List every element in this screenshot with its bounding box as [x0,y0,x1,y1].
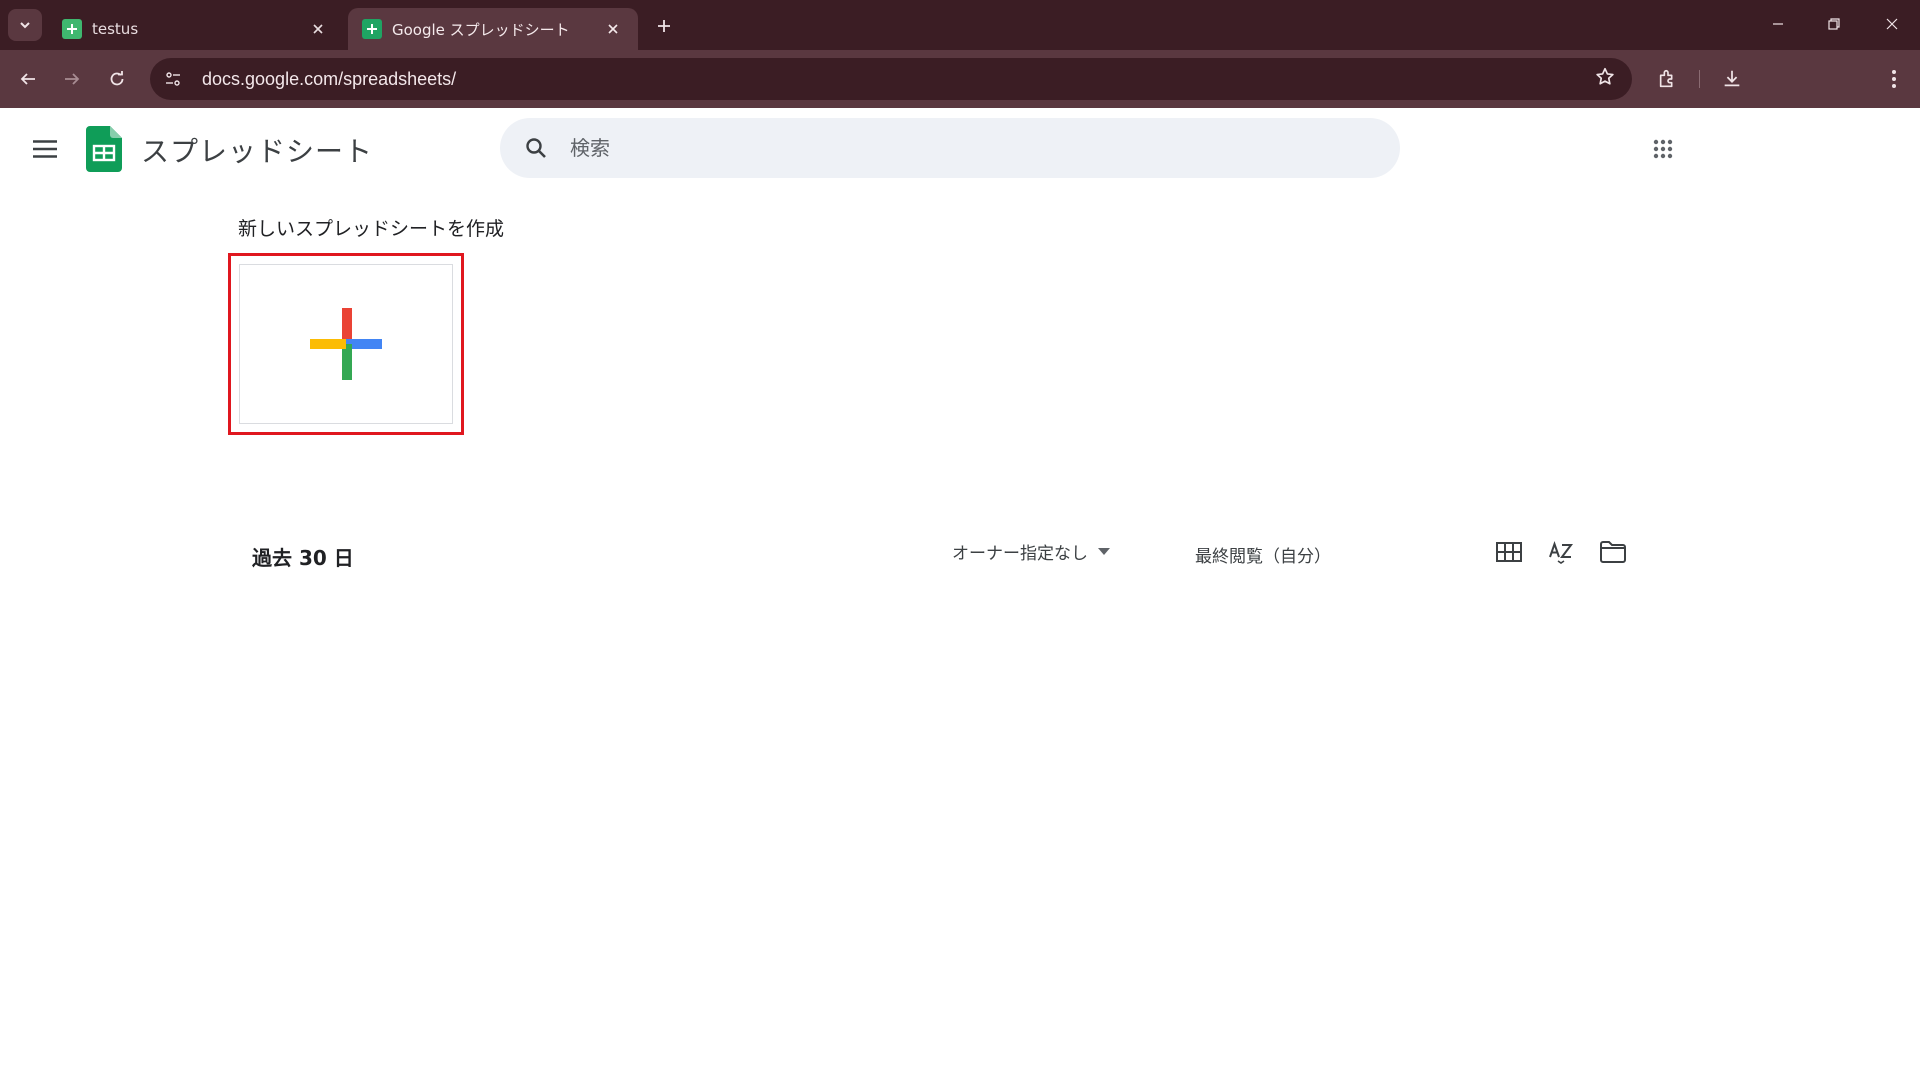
app-header: スプレッドシート [0,108,1920,190]
main-menu-button[interactable] [26,130,64,168]
sort-last-viewed-label[interactable]: 最終閲覧（自分） [1195,542,1331,567]
extensions-button[interactable] [1652,63,1684,95]
address-bar[interactable]: docs.google.com/spreadsheets/ [150,58,1632,100]
more-vert-icon [1892,70,1896,88]
site-info-icon[interactable] [156,62,190,96]
back-button[interactable] [12,63,44,95]
close-icon [1886,18,1898,30]
search-bar[interactable] [500,118,1400,178]
sort-az-icon [1549,540,1573,564]
apps-grid-icon [1653,139,1673,159]
sheets-favicon-icon [62,19,82,39]
tab-search-button[interactable] [8,9,42,41]
browser-toolbar: docs.google.com/spreadsheets/ [0,50,1920,108]
minimize-icon [1773,23,1783,25]
tab-close-icon[interactable] [602,18,624,40]
download-icon [1724,70,1740,87]
google-apps-button[interactable] [1644,130,1682,168]
reload-button[interactable] [101,63,133,95]
new-tab-button[interactable] [650,12,678,40]
browser-tab-bar: testus Google スプレッドシート [0,0,1920,50]
colorful-plus-icon [310,308,382,380]
sheets-favicon-icon [362,19,382,39]
arrow-left-icon [20,73,35,85]
plus-icon [658,20,670,32]
open-file-picker-button[interactable] [1595,534,1631,570]
sheets-logo-icon[interactable] [86,126,122,172]
url-text[interactable]: docs.google.com/spreadsheets/ [202,69,456,90]
create-new-heading: 新しいスプレッドシートを作成 [238,218,505,240]
owner-filter-label: オーナー指定なし [952,544,1088,564]
tab-close-icon[interactable] [307,18,329,40]
puzzle-icon [1659,69,1673,88]
grid-view-button[interactable] [1491,534,1527,570]
owner-filter-dropdown[interactable]: オーナー指定なし [952,539,1110,564]
app-title: スプレッドシート [141,135,374,168]
restore-icon [1828,18,1840,30]
search-input[interactable] [570,136,1350,160]
bookmark-star-icon[interactable] [1594,66,1616,92]
recent-period-label: 過去 30 日 [252,546,354,570]
chevron-down-icon [20,22,30,29]
close-window-button[interactable] [1872,8,1912,40]
restore-button[interactable] [1814,8,1854,40]
browser-tab-testus[interactable]: testus [48,8,343,50]
sort-az-button[interactable] [1543,534,1579,570]
hamburger-menu-icon [33,140,57,158]
minimize-button[interactable] [1758,8,1798,40]
blank-template-thumbnail[interactable] [239,264,453,424]
folder-icon [1600,541,1626,563]
search-icon[interactable] [512,124,560,172]
dropdown-arrow-icon [1098,547,1110,555]
blank-spreadsheet-template[interactable] [228,253,464,435]
browser-menu-button[interactable] [1878,63,1910,95]
browser-tab-google-sheets[interactable]: Google スプレッドシート [348,8,638,50]
downloads-button[interactable] [1716,63,1748,95]
tab-title: testus [92,20,139,38]
tab-title: Google スプレッドシート [392,20,570,39]
grid-view-icon [1496,542,1522,562]
toolbar-separator [1699,70,1700,88]
forward-button[interactable] [56,63,88,95]
reload-icon [110,71,124,86]
arrow-right-icon [65,73,80,85]
